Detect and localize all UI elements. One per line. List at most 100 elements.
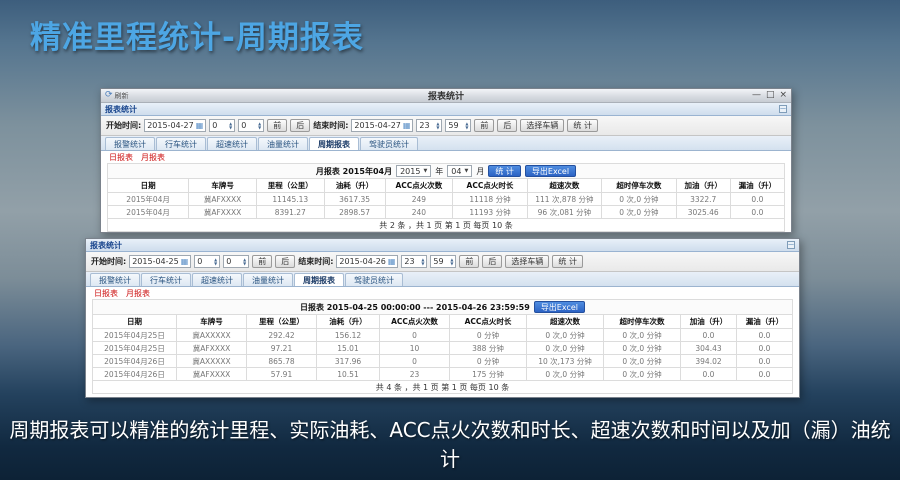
month-select[interactable]: 04▼ <box>447 165 472 177</box>
table-cell: 2015年04月26日 <box>93 368 177 381</box>
table-header-row: 日期车牌号里程（公里）油耗（升）ACC点火次数ACC点火时长超速次数超时停车次数… <box>93 315 793 329</box>
calendar-icon[interactable]: ▦ <box>403 122 411 130</box>
tab-driver-stats[interactable]: 驾驶员统计 <box>360 137 418 150</box>
end-date-value: 2015-04-26 <box>339 257 386 266</box>
calendar-icon[interactable]: ▦ <box>196 122 204 130</box>
column-header: ACC点火次数 <box>380 315 450 329</box>
start-hour-stepper[interactable]: 0 ▲▼ <box>194 255 220 268</box>
spinner-icon[interactable]: ▲▼ <box>436 122 439 130</box>
stat-button[interactable]: 统 计 <box>552 255 583 268</box>
tab-fuel-stats[interactable]: 油量统计 <box>243 273 293 286</box>
next-button[interactable]: 后 <box>497 119 517 132</box>
start-hour-stepper[interactable]: 0 ▲▼ <box>209 119 235 132</box>
end-hour-stepper[interactable]: 23 ▲▼ <box>416 119 442 132</box>
tab-alarm-stats[interactable]: 报警统计 <box>105 137 155 150</box>
column-header: 油耗（升） <box>324 179 385 193</box>
table-cell: 10 <box>380 342 450 355</box>
spinner-icon[interactable]: ▲▼ <box>465 122 468 130</box>
table-row[interactable]: 2015年04月26日冀AXXXXX865.78317.9600 分钟10 次,… <box>93 355 793 368</box>
daily-report-link[interactable]: 日报表 <box>109 152 133 163</box>
table-cell: 23 <box>380 368 450 381</box>
tab-alarm-stats[interactable]: 报警统计 <box>90 273 140 286</box>
table-cell: 0 次,0 分钟 <box>604 368 681 381</box>
spinner-icon[interactable]: ▲▼ <box>214 258 217 266</box>
spinner-icon[interactable]: ▲▼ <box>258 122 261 130</box>
table-cell: 0.0 <box>681 368 737 381</box>
refresh-icon[interactable]: ⟳ <box>105 91 113 100</box>
collapse-icon[interactable]: — <box>779 105 787 113</box>
table-row[interactable]: 2015年04月26日冀AFXXXX57.9110.5123175 分钟0 次,… <box>93 368 793 381</box>
start-minute-value: 0 <box>241 121 246 130</box>
table-cell: 2015年04月26日 <box>93 355 177 368</box>
column-header: 日期 <box>108 179 189 193</box>
start-date-field[interactable]: 2015-04-27 ▦ <box>144 119 206 132</box>
export-excel-button[interactable]: 导出Excel <box>534 301 585 313</box>
window-titlebar[interactable]: ⟳ 刷新 报表统计 — □ × <box>101 89 791 103</box>
month-value: 04 <box>451 167 461 176</box>
spinner-icon[interactable]: ▲▼ <box>450 258 453 266</box>
table-cell: 0.0 <box>730 193 784 206</box>
calendar-icon[interactable]: ▦ <box>388 258 396 266</box>
start-date-field[interactable]: 2015-04-25 ▦ <box>129 255 191 268</box>
table-cell: 97.21 <box>247 342 317 355</box>
prev-button[interactable]: 前 <box>267 119 287 132</box>
calendar-icon[interactable]: ▦ <box>181 258 189 266</box>
column-header: 超时停车次数 <box>602 179 676 193</box>
table-row[interactable]: 2015年04月冀AFXXXX11145.133617.3524911118 分… <box>108 193 785 206</box>
end-minute-stepper[interactable]: 59 ▲▼ <box>445 119 471 132</box>
end-hour-stepper[interactable]: 23 ▲▼ <box>401 255 427 268</box>
prev-button[interactable]: 前 <box>252 255 272 268</box>
column-header: ACC点火次数 <box>385 179 453 193</box>
tab-period-report[interactable]: 周期报表 <box>309 137 359 150</box>
select-vehicle-button[interactable]: 选择车辆 <box>520 119 564 132</box>
end-date-field[interactable]: 2015-04-27 ▦ <box>351 119 413 132</box>
close-button[interactable]: × <box>779 91 787 100</box>
end-date-field[interactable]: 2015-04-26 ▦ <box>336 255 398 268</box>
minimize-button[interactable]: — <box>752 91 761 100</box>
next-button[interactable]: 后 <box>290 119 310 132</box>
tab-fuel-stats[interactable]: 油量统计 <box>258 137 308 150</box>
column-header: 油耗（升） <box>317 315 380 329</box>
tab-driving-stats[interactable]: 行车统计 <box>141 273 191 286</box>
tab-overspeed-stats[interactable]: 超速统计 <box>207 137 257 150</box>
next-button[interactable]: 后 <box>482 255 502 268</box>
table-cell: 0.0 <box>737 368 793 381</box>
tab-driver-stats[interactable]: 驾驶员统计 <box>345 273 403 286</box>
stat-button[interactable]: 统 计 <box>488 165 521 177</box>
maximize-button[interactable]: □ <box>766 91 775 100</box>
table-row[interactable]: 2015年04月25日冀AXXXXX292.42156.1200 分钟0 次,0… <box>93 329 793 342</box>
end-hour-value: 23 <box>419 121 429 130</box>
prev-button[interactable]: 前 <box>459 255 479 268</box>
year-select[interactable]: 2015▼ <box>396 165 431 177</box>
end-minute-stepper[interactable]: 59 ▲▼ <box>430 255 456 268</box>
tab-overspeed-stats[interactable]: 超速统计 <box>192 273 242 286</box>
monthly-report-link[interactable]: 月报表 <box>141 152 165 163</box>
daily-report-link[interactable]: 日报表 <box>94 288 118 299</box>
collapse-icon[interactable]: — <box>787 241 795 249</box>
table-row[interactable]: 2015年04月25日冀AFXXXX97.2115.0110388 分钟0 次,… <box>93 342 793 355</box>
select-vehicle-button[interactable]: 选择车辆 <box>505 255 549 268</box>
prev-button[interactable]: 前 <box>474 119 494 132</box>
spinner-icon[interactable]: ▲▼ <box>229 122 232 130</box>
spinner-icon[interactable]: ▲▼ <box>421 258 424 266</box>
tab-bar: 报警统计 行车统计 超速统计 油量统计 周期报表 驾驶员统计 <box>101 136 791 151</box>
start-minute-stepper[interactable]: 0 ▲▼ <box>238 119 264 132</box>
table-cell: 冀AXXXXX <box>177 329 247 342</box>
table-cell: 394.02 <box>681 355 737 368</box>
start-time-label: 开始时间: <box>106 120 141 131</box>
export-excel-button[interactable]: 导出Excel <box>525 165 576 177</box>
tab-driving-stats[interactable]: 行车统计 <box>156 137 206 150</box>
tab-period-report[interactable]: 周期报表 <box>294 273 344 286</box>
start-date-value: 2015-04-25 <box>132 257 179 266</box>
start-time-label: 开始时间: <box>91 256 126 267</box>
monthly-report-link[interactable]: 月报表 <box>126 288 150 299</box>
next-button[interactable]: 后 <box>275 255 295 268</box>
panel-title: 报表统计 <box>105 104 137 115</box>
spinner-icon[interactable]: ▲▼ <box>243 258 246 266</box>
table-row[interactable]: 2015年04月冀AFXXXX8391.272898.5724011193 分钟… <box>108 206 785 219</box>
table-cell: 10.51 <box>317 368 380 381</box>
table-cell: 0 次,0 分钟 <box>604 329 681 342</box>
end-time-label: 结束时间: <box>298 256 333 267</box>
start-minute-stepper[interactable]: 0 ▲▼ <box>223 255 249 268</box>
stat-button[interactable]: 统 计 <box>567 119 598 132</box>
